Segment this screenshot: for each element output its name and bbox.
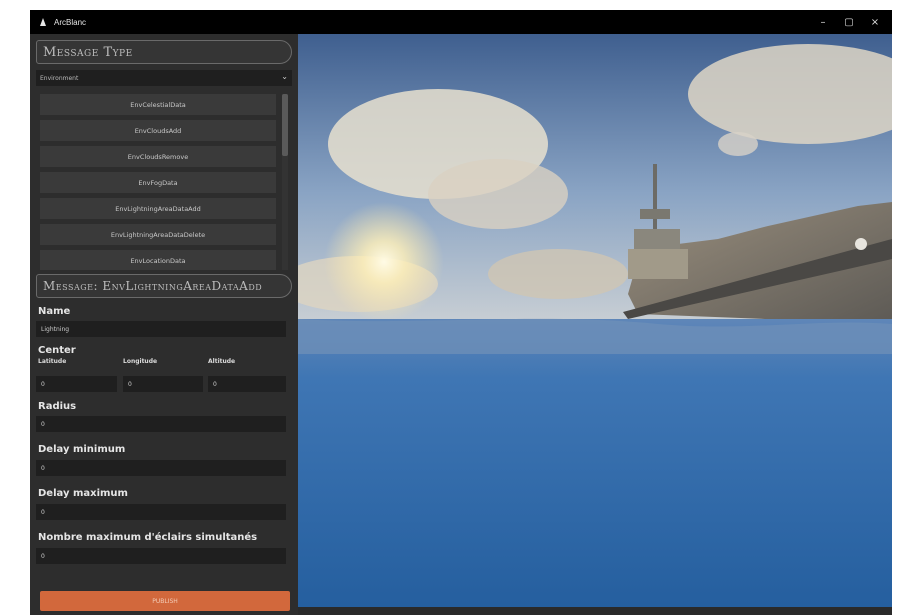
- altitude-input[interactable]: 0: [208, 376, 286, 392]
- longitude-input[interactable]: 0: [123, 376, 203, 392]
- message-type-select-value: Environment: [40, 74, 79, 82]
- app-logo-icon: [38, 17, 48, 27]
- title-bar: ArcBlanc – ▢ ×: [30, 10, 892, 34]
- message-type-select[interactable]: Environment ⌄: [36, 70, 292, 86]
- altitude-label: Altitude: [208, 358, 236, 365]
- name-label: Name: [38, 306, 71, 317]
- chevron-down-icon: ⌄: [281, 72, 288, 81]
- list-item[interactable]: EnvLightningAreaDataDelete: [40, 224, 276, 245]
- delay-maximum-input[interactable]: 0: [36, 504, 286, 520]
- window-controls: – ▢ ×: [810, 10, 888, 34]
- radius-input[interactable]: 0: [36, 416, 286, 432]
- message-type-header: Message Type: [36, 40, 292, 64]
- sidebar-panel: Message Type Environment ⌄ EnvCelestialD…: [30, 34, 298, 615]
- window-title: ArcBlanc: [54, 17, 87, 27]
- list-item[interactable]: EnvCloudsAdd: [40, 120, 276, 141]
- latitude-label: Latitude: [38, 358, 67, 365]
- name-input[interactable]: Lightning: [36, 321, 286, 337]
- message-type-list: EnvCelestialData EnvCloudsAdd EnvCloudsR…: [40, 94, 276, 270]
- message-form-header: Message: EnvLightningAreaDataAdd: [36, 274, 292, 298]
- max-simultaneous-label: Nombre maximum d'éclairs simultanés: [38, 532, 258, 543]
- minimize-button[interactable]: –: [810, 10, 836, 34]
- scrollbar-thumb[interactable]: [282, 94, 288, 156]
- center-label: Center: [38, 345, 76, 356]
- 3d-viewport[interactable]: [298, 34, 892, 615]
- radius-label: Radius: [38, 401, 77, 412]
- publish-button[interactable]: PUBLISH: [40, 591, 290, 611]
- latitude-input[interactable]: 0: [36, 376, 117, 392]
- message-list-scrollbar[interactable]: [282, 94, 288, 270]
- delay-minimum-label: Delay minimum: [38, 444, 126, 455]
- list-item[interactable]: EnvLightningAreaDataAdd: [40, 198, 276, 219]
- delay-minimum-input[interactable]: 0: [36, 460, 286, 476]
- longitude-label: Longitude: [123, 358, 158, 365]
- delay-maximum-label: Delay maximum: [38, 488, 128, 499]
- max-simultaneous-input[interactable]: 0: [36, 548, 286, 564]
- maximize-button[interactable]: ▢: [836, 10, 862, 34]
- list-item[interactable]: EnvCloudsRemove: [40, 146, 276, 167]
- list-item[interactable]: EnvFogData: [40, 172, 276, 193]
- list-item[interactable]: EnvLocationData: [40, 250, 276, 270]
- list-item[interactable]: EnvCelestialData: [40, 94, 276, 115]
- close-button[interactable]: ×: [862, 10, 888, 34]
- app-window: ArcBlanc – ▢ × Message Type Environment …: [30, 10, 892, 615]
